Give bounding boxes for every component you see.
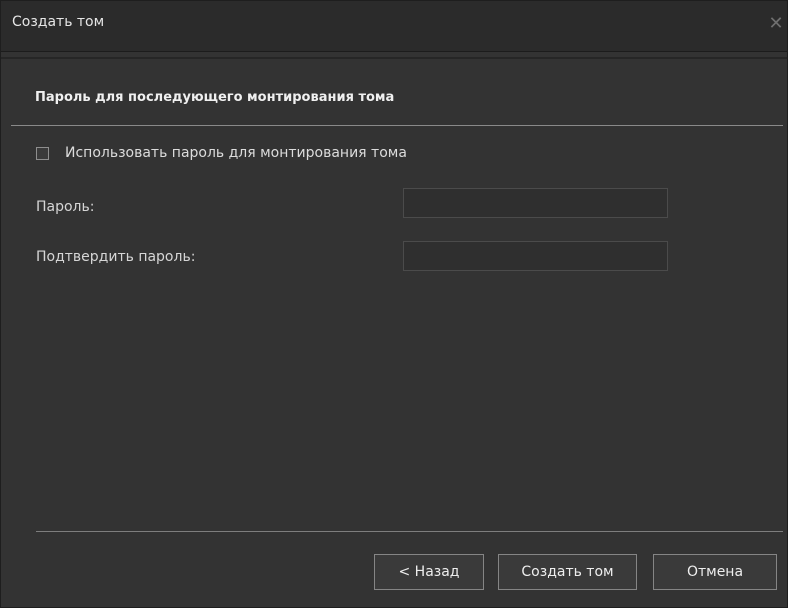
confirm-password-label: Подтвердить пароль: — [36, 249, 196, 265]
use-password-checkbox[interactable] — [36, 146, 49, 160]
title-bar: Создать том ✕ — [1, 1, 787, 52]
window-title: Создать том — [12, 14, 105, 30]
section-title: Пароль для последующего монтирования том… — [35, 90, 395, 105]
back-button[interactable]: < Назад — [374, 554, 484, 590]
footer-separator — [36, 531, 783, 532]
use-password-label: Использовать пароль для монтирования том… — [65, 145, 407, 161]
create-volume-dialog: Создать том ✕ Пароль для последующего мо… — [0, 0, 788, 608]
password-field[interactable] — [403, 188, 668, 218]
confirm-password-field[interactable] — [403, 241, 668, 271]
create-volume-button[interactable]: Создать том — [498, 554, 637, 590]
title-separator — [1, 57, 787, 59]
password-label: Пароль: — [36, 199, 95, 215]
cancel-button[interactable]: Отмена — [653, 554, 777, 590]
section-header: Пароль для последующего монтирования том… — [11, 63, 783, 126]
close-icon[interactable]: ✕ — [765, 11, 787, 37]
use-password-option[interactable]: Использовать пароль для монтирования том… — [36, 143, 407, 163]
